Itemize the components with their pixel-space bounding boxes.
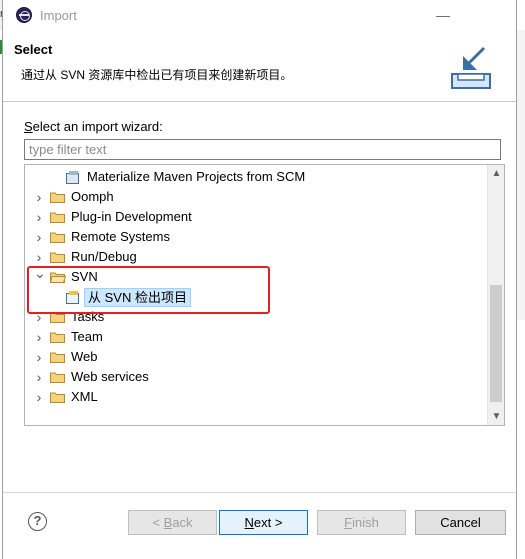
help-icon[interactable]: ? xyxy=(28,512,47,531)
page-description: 通过从 SVN 资源库中检出已有项目来创建新项目。 xyxy=(21,68,293,82)
tree-item[interactable]: › Remote Systems xyxy=(25,227,485,247)
chevron-right-icon[interactable]: › xyxy=(34,187,44,207)
tree-item-label: Plug-in Development xyxy=(71,209,192,224)
tree-item-label: Run/Debug xyxy=(71,249,137,264)
tree-item[interactable]: Materialize Maven Projects from SCM xyxy=(25,167,485,187)
folder-icon xyxy=(50,212,65,223)
folder-icon xyxy=(50,332,65,343)
folder-icon xyxy=(50,372,65,383)
folder-icon xyxy=(50,352,65,363)
import-wizard-banner-icon xyxy=(451,46,491,89)
folder-icon xyxy=(50,232,65,243)
folder-icon xyxy=(50,252,65,263)
tree-item-label: Team xyxy=(71,329,103,344)
next-mnemonic: N xyxy=(244,515,254,530)
tree-item[interactable]: › Run/Debug xyxy=(25,247,485,267)
chevron-right-icon[interactable]: › xyxy=(34,387,44,407)
tree-item-label: Web services xyxy=(71,369,149,384)
tree-item[interactable]: › Web xyxy=(25,347,485,367)
footer-separator xyxy=(3,492,516,493)
eclipse-app-icon xyxy=(16,7,32,23)
folder-icon xyxy=(50,392,65,403)
back-label-rest: ack xyxy=(172,515,193,530)
tree-item[interactable]: › Oomph xyxy=(25,187,485,207)
page-title: Select xyxy=(14,42,53,57)
back-button[interactable]: < Back xyxy=(128,510,217,535)
chevron-right-icon[interactable]: › xyxy=(34,367,44,387)
title-bar[interactable]: Import — xyxy=(3,0,516,31)
filter-input[interactable] xyxy=(24,139,501,160)
finish-mnemonic: F xyxy=(344,515,353,530)
minimize-button[interactable]: — xyxy=(428,4,458,26)
label-text: elect an import wizard: xyxy=(32,119,163,134)
tree-item[interactable]: › XML xyxy=(25,387,485,407)
window-title: Import xyxy=(40,8,77,23)
chevron-right-icon[interactable]: › xyxy=(34,347,44,367)
wizard-header: Select 通过从 SVN 资源库中检出已有项目来创建新项目。 xyxy=(3,31,516,101)
next-label-rest: ext > xyxy=(253,515,283,530)
next-button[interactable]: Next > xyxy=(219,510,308,535)
folder-icon xyxy=(50,192,65,203)
label-mnemonic: S xyxy=(24,119,33,134)
wizard-list-label: Select an import wizard: xyxy=(24,119,163,134)
chevron-right-icon[interactable]: › xyxy=(34,227,44,247)
header-separator xyxy=(3,101,516,102)
tree-scrollbar[interactable]: ▲ ▼ xyxy=(487,165,504,425)
chevron-right-icon[interactable]: › xyxy=(34,327,44,347)
tree-item-label: Materialize Maven Projects from SCM xyxy=(87,169,306,184)
tree-item-label: Remote Systems xyxy=(71,229,170,244)
tree-item[interactable]: › Plug-in Development xyxy=(25,207,485,227)
chevron-right-icon[interactable]: › xyxy=(34,207,44,227)
tree-item-label: XML xyxy=(71,389,98,404)
scroll-up-arrow-icon[interactable]: ▲ xyxy=(488,165,504,182)
tree-item-label: Web xyxy=(71,349,98,364)
scroll-thumb[interactable] xyxy=(490,285,502,402)
maven-scm-icon xyxy=(66,171,79,184)
chevron-right-icon[interactable]: › xyxy=(34,247,44,267)
tree-item-label: Oomph xyxy=(71,189,114,204)
back-label-prefix: < xyxy=(152,515,164,530)
scroll-down-arrow-icon[interactable]: ▼ xyxy=(488,408,504,425)
finish-button[interactable]: Finish xyxy=(317,510,406,535)
background-window-right xyxy=(517,30,525,320)
tree-item[interactable]: › Team xyxy=(25,327,485,347)
tree-item[interactable]: › Web services xyxy=(25,367,485,387)
cancel-button[interactable]: Cancel xyxy=(415,510,506,535)
annotation-highlight-box xyxy=(27,266,270,314)
finish-label-rest: inish xyxy=(352,515,379,530)
